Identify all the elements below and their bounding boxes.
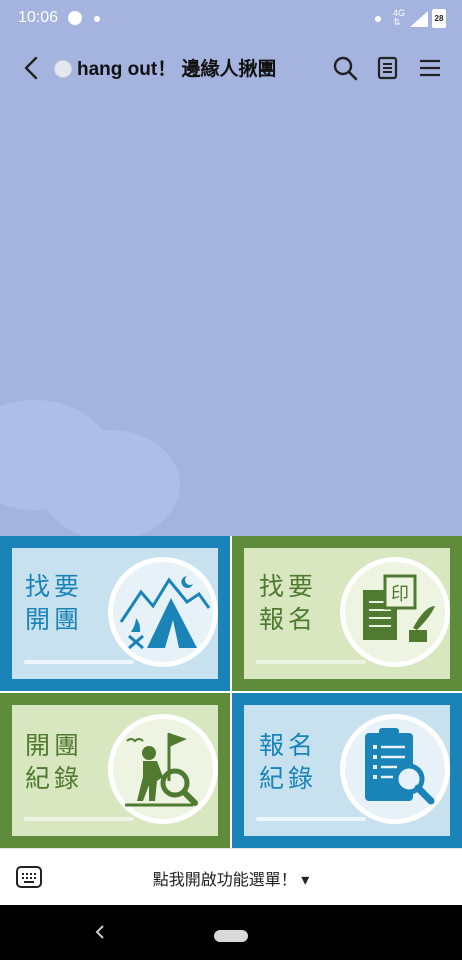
status-time: 10:06 [18,9,59,26]
tile-circle [108,557,218,667]
network-type: 4G ⇅ [393,8,406,27]
background-cloud [40,430,180,536]
notification-dot-icon [94,16,100,22]
chat-area [0,100,462,536]
tile-label-line1: 報名 [259,731,318,760]
tile-label-line2: 報名 [259,605,318,634]
svg-text:印: 印 [391,584,409,605]
tile-label-line1: 開團 [25,731,84,760]
status-bar: 10:06 4G ⇅ 28 [0,0,462,36]
tile-label-line2: 紀錄 [25,764,84,793]
tile-circle: 印 [340,557,450,667]
tile-label-line1: 找要 [259,572,318,601]
tile-circle [340,714,450,824]
tile-panel: 報名 紀錄 [244,705,450,836]
status-dot-icon [375,16,381,22]
notes-icon[interactable] [372,53,402,83]
tile-find-register[interactable]: 找要 報名 印 [232,536,462,691]
system-nav-bar [0,905,462,960]
open-menu-label[interactable]: 點我開啟功能選單！ ▾ [0,866,462,890]
tile-label-line1: 找要 [25,572,84,601]
tent-mountain-icon [119,576,211,650]
nav-back-icon[interactable] [92,924,108,940]
search-icon[interactable] [330,53,360,83]
rich-menu: 找要 開團 找要 報名 印 開團 紀錄 報名 紀錄 [0,536,462,848]
tile-panel: 找要 報名 印 [244,548,450,679]
battery-icon: 28 [432,9,446,28]
signal-icon [410,11,428,27]
chat-title: hang out！ 邊緣人揪團 [77,59,277,80]
tile-panel: 找要 開團 [12,548,218,679]
tile-find-open-group[interactable]: 找要 開團 [0,536,230,691]
tile-panel: 開團 紀錄 [12,705,218,836]
messenger-icon [68,11,82,25]
back-arrow-icon[interactable] [16,52,48,84]
menu-toggle-bar: 點我開啟功能選單！ ▾ [0,848,462,906]
menu-icon[interactable] [415,53,445,83]
clipboard-magnifier-icon [365,728,435,805]
tile-circle [108,714,218,824]
tile-label-line2: 紀錄 [259,764,318,793]
hiker-magnifier-icon [125,733,198,807]
tile-label-line2: 開團 [25,605,84,634]
chat-header: hang out！ 邊緣人揪團 [0,36,462,100]
chat-avatar [54,60,72,78]
tile-register-records[interactable]: 報名 紀錄 [232,693,462,848]
tile-open-group-records[interactable]: 開團 紀錄 [0,693,230,848]
nav-home-pill[interactable] [214,930,248,942]
stamp-document-icon: 印 [363,574,435,642]
